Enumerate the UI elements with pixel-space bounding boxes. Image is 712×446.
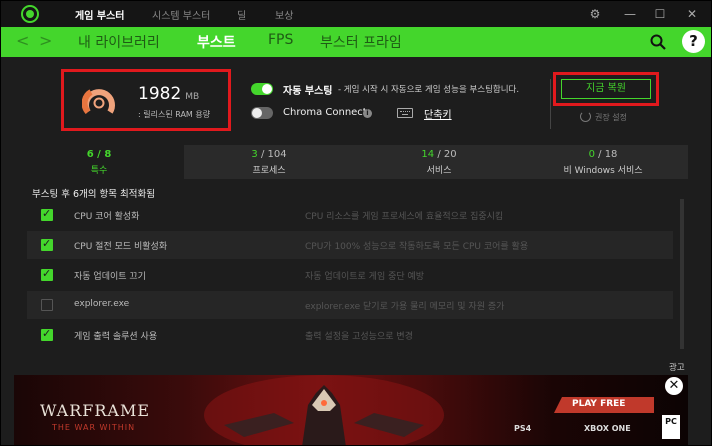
item-name: 게임 출력 솔루션 사용 xyxy=(74,332,158,342)
item-name: CPU 절전 모드 비활성화 xyxy=(74,242,168,252)
list-item: 자동 업데이트 끄기 자동 업데이트로 게임 중단 예방 xyxy=(27,261,673,289)
tab-label: 특수 xyxy=(90,166,108,176)
xbox-one-logo: XBOX ONE xyxy=(584,424,631,433)
item-name: CPU 코어 활성화 xyxy=(74,212,140,222)
item-description: 자동 업데이트로 게임 중단 예방 xyxy=(305,272,425,282)
ram-released-panel: 1982 MB : 릴리스된 RAM 용량 xyxy=(61,69,231,131)
play-free-label: PLAY FREE xyxy=(572,399,626,409)
tab-services[interactable]: 14 / 20 서비스 xyxy=(354,145,524,179)
tab-count: 14 / 20 xyxy=(421,149,457,160)
recommended-settings-link[interactable]: 권장 설정 xyxy=(595,112,627,123)
ad-close-icon[interactable]: ✕ xyxy=(665,377,683,395)
item-description: explorer.exe 닫기로 가용 물리 메모리 및 자원 증가 xyxy=(305,302,505,312)
auto-boost-toggle[interactable] xyxy=(251,83,273,95)
restore-now-button[interactable]: 지금 복원 xyxy=(561,79,651,99)
chroma-connect-toggle[interactable] xyxy=(251,107,273,119)
optimization-list: 부스팅 후 6개의 항목 최적화됨 CPU 코어 활성화 CPU 리소스를 게임… xyxy=(14,179,688,357)
boost-header: 1982 MB : 릴리스된 RAM 용량 자동 부스팅 - 게임 시작 시 자동… xyxy=(1,57,711,145)
chroma-connect-label: Chroma Connect xyxy=(283,107,367,118)
play-free-button[interactable]: PLAY FREE xyxy=(554,397,654,413)
forward-arrow-icon[interactable]: > xyxy=(39,31,52,50)
tab-non-windows-services[interactable]: 0 / 18 비 Windows 서비스 xyxy=(518,145,688,179)
category-tabs: 6 / 8 특수 3 / 104 프로세스 14 / 20 서비스 0 / 18… xyxy=(14,145,688,179)
tab-label: 비 Windows 서비스 xyxy=(563,166,643,176)
ad-banner[interactable]: WARFRAME THE WAR WITHIN PLAY FREE PS4 XB… xyxy=(14,375,688,445)
item-description: CPU가 100% 성능으로 작동하도록 모든 CPU 코어를 활용 xyxy=(305,242,529,252)
shortcut-link[interactable]: 단축키 xyxy=(424,106,452,121)
tab-rewards[interactable]: 보상 xyxy=(275,7,293,22)
ad-title: WARFRAME xyxy=(40,401,151,420)
tab-count: 3 / 104 xyxy=(251,149,287,160)
razer-logo-icon xyxy=(21,5,39,23)
checkbox[interactable] xyxy=(41,327,53,341)
list-scrollbar[interactable] xyxy=(680,199,684,349)
ram-unit: MB xyxy=(185,92,200,102)
checkbox[interactable] xyxy=(41,267,53,281)
checkbox[interactable] xyxy=(41,207,53,221)
ps4-logo: PS4 xyxy=(514,424,532,433)
reset-icon[interactable] xyxy=(580,111,591,122)
checkbox[interactable] xyxy=(41,237,53,251)
item-description: CPU 리소스를 게임 프로세스에 효율적으로 집중시킴 xyxy=(305,212,504,222)
app-window: 게임 부스터 시스템 부스터 딜 보상 ⚙ — ☐ ✕ < > 내 라이브러리 … xyxy=(0,0,712,446)
maximize-button[interactable]: ☐ xyxy=(651,5,669,23)
nav-tab-fps[interactable]: FPS xyxy=(268,32,293,48)
ad-label: 광고 xyxy=(669,363,685,373)
list-item: 게임 출력 솔루션 사용 출력 설정을 고성능으로 변경 xyxy=(27,321,673,349)
tab-processes[interactable]: 3 / 104 프로세스 xyxy=(184,145,354,179)
tab-count: 6 / 8 xyxy=(86,149,112,160)
settings-gear-icon[interactable]: ⚙ xyxy=(586,5,604,23)
tab-count: 0 / 18 xyxy=(588,149,618,160)
restore-highlight: 지금 복원 xyxy=(553,72,659,106)
tab-game-booster[interactable]: 게임 부스터 xyxy=(75,7,124,22)
tab-label: 프로세스 xyxy=(252,166,286,176)
list-item: explorer.exe explorer.exe 닫기로 가용 물리 메모리 … xyxy=(27,291,673,319)
help-icon[interactable]: ? xyxy=(682,30,705,53)
pc-logo: PC xyxy=(662,415,680,439)
back-arrow-icon[interactable]: < xyxy=(16,31,29,50)
tab-special[interactable]: 6 / 8 특수 xyxy=(14,145,184,179)
divider xyxy=(550,79,551,129)
ram-gauge-icon xyxy=(82,89,115,115)
auto-boost-label: 자동 부스팅 xyxy=(283,86,333,97)
nav-tab-boost[interactable]: 부스트 xyxy=(197,32,236,52)
ram-value: 1982 MB xyxy=(138,84,199,104)
item-name: 자동 업데이트 끄기 xyxy=(74,272,146,282)
title-bar: 게임 부스터 시스템 부스터 딜 보상 ⚙ — ☐ ✕ xyxy=(1,1,711,27)
item-name: explorer.exe xyxy=(74,299,130,309)
search-icon[interactable] xyxy=(649,33,667,51)
warframe-art-image xyxy=(204,375,444,445)
info-icon[interactable]: i xyxy=(363,109,372,118)
nav-tab-booster-prime[interactable]: 부스터 프라임 xyxy=(320,32,402,52)
item-description: 출력 설정을 고성능으로 변경 xyxy=(305,332,413,342)
checkbox[interactable] xyxy=(41,299,53,311)
ram-value-number: 1982 xyxy=(138,84,182,104)
close-button[interactable]: ✕ xyxy=(683,5,701,23)
ram-label: : 릴리스된 RAM 용량 xyxy=(138,110,211,119)
minimize-button[interactable]: — xyxy=(621,5,639,23)
tab-system-booster[interactable]: 시스템 부스터 xyxy=(152,7,210,22)
tab-deals[interactable]: 딜 xyxy=(237,7,246,22)
list-item: CPU 절전 모드 비활성화 CPU가 100% 성능으로 작동하도록 모든 C… xyxy=(27,231,673,259)
keyboard-icon xyxy=(397,108,413,118)
nav-tab-my-library[interactable]: 내 라이브러리 xyxy=(78,32,160,52)
list-item: CPU 코어 활성화 CPU 리소스를 게임 프로세스에 효율적으로 집중시킴 xyxy=(27,201,673,229)
tab-label: 서비스 xyxy=(426,166,452,176)
list-heading: 부스팅 후 6개의 항목 최적화됨 xyxy=(32,189,156,200)
auto-boost-description: - 게임 시작 시 자동으로 게임 성능을 부스팅합니다. xyxy=(338,85,520,95)
ad-subtitle: THE WAR WITHIN xyxy=(52,423,136,432)
nav-bar: < > 내 라이브러리 부스트 FPS 부스터 프라임 ? xyxy=(1,27,711,57)
